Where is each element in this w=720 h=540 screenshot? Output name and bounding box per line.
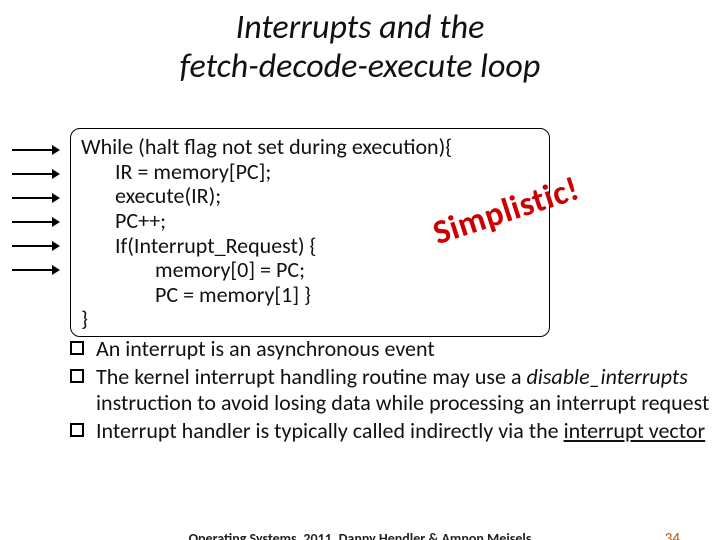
arrow-right-icon — [10, 190, 60, 206]
code-line: While (halt flag not set during executio… — [81, 135, 539, 160]
page-number: 34 — [665, 530, 680, 540]
emphasis: disable_interrupts — [526, 363, 687, 390]
square-bullet-icon — [70, 423, 84, 437]
slide-title: Interrupts and the fetch-decode-execute … — [0, 0, 720, 86]
list-item: The kernel interrupt handling routine ma… — [70, 364, 710, 416]
arrow-right-icon — [10, 262, 60, 278]
square-bullet-icon — [70, 341, 84, 355]
arrow-right-icon — [10, 214, 60, 230]
list-item: Interrupt handler is typically called in… — [70, 418, 710, 444]
footer-text: Operating Systems, 2011, Danny Hendler &… — [0, 530, 720, 540]
arrow-stack — [10, 138, 60, 282]
code-line: } — [81, 307, 539, 332]
bullet-text: Interrupt handler is typically called in… — [96, 417, 705, 444]
arrow-right-icon — [10, 238, 60, 254]
square-bullet-icon — [70, 369, 84, 383]
code-line: IR = memory[PC]; — [115, 160, 539, 185]
arrow-right-icon — [10, 166, 60, 182]
code-line: memory[0] = PC; — [155, 258, 539, 283]
bullet-text: An interrupt is an asynchronous event — [96, 335, 435, 362]
list-item: An interrupt is an asynchronous event — [70, 336, 710, 362]
title-line-1: Interrupts and the — [236, 7, 485, 48]
bullet-list: An interrupt is an asynchronous event Th… — [70, 336, 710, 446]
underlined-term: interrupt vector — [564, 417, 706, 444]
title-line-2: fetch-decode-execute loop — [180, 46, 541, 87]
bullet-text: The kernel interrupt handling routine ma… — [96, 363, 709, 416]
code-line: PC = memory[1] } — [155, 283, 539, 308]
arrow-right-icon — [10, 142, 60, 158]
